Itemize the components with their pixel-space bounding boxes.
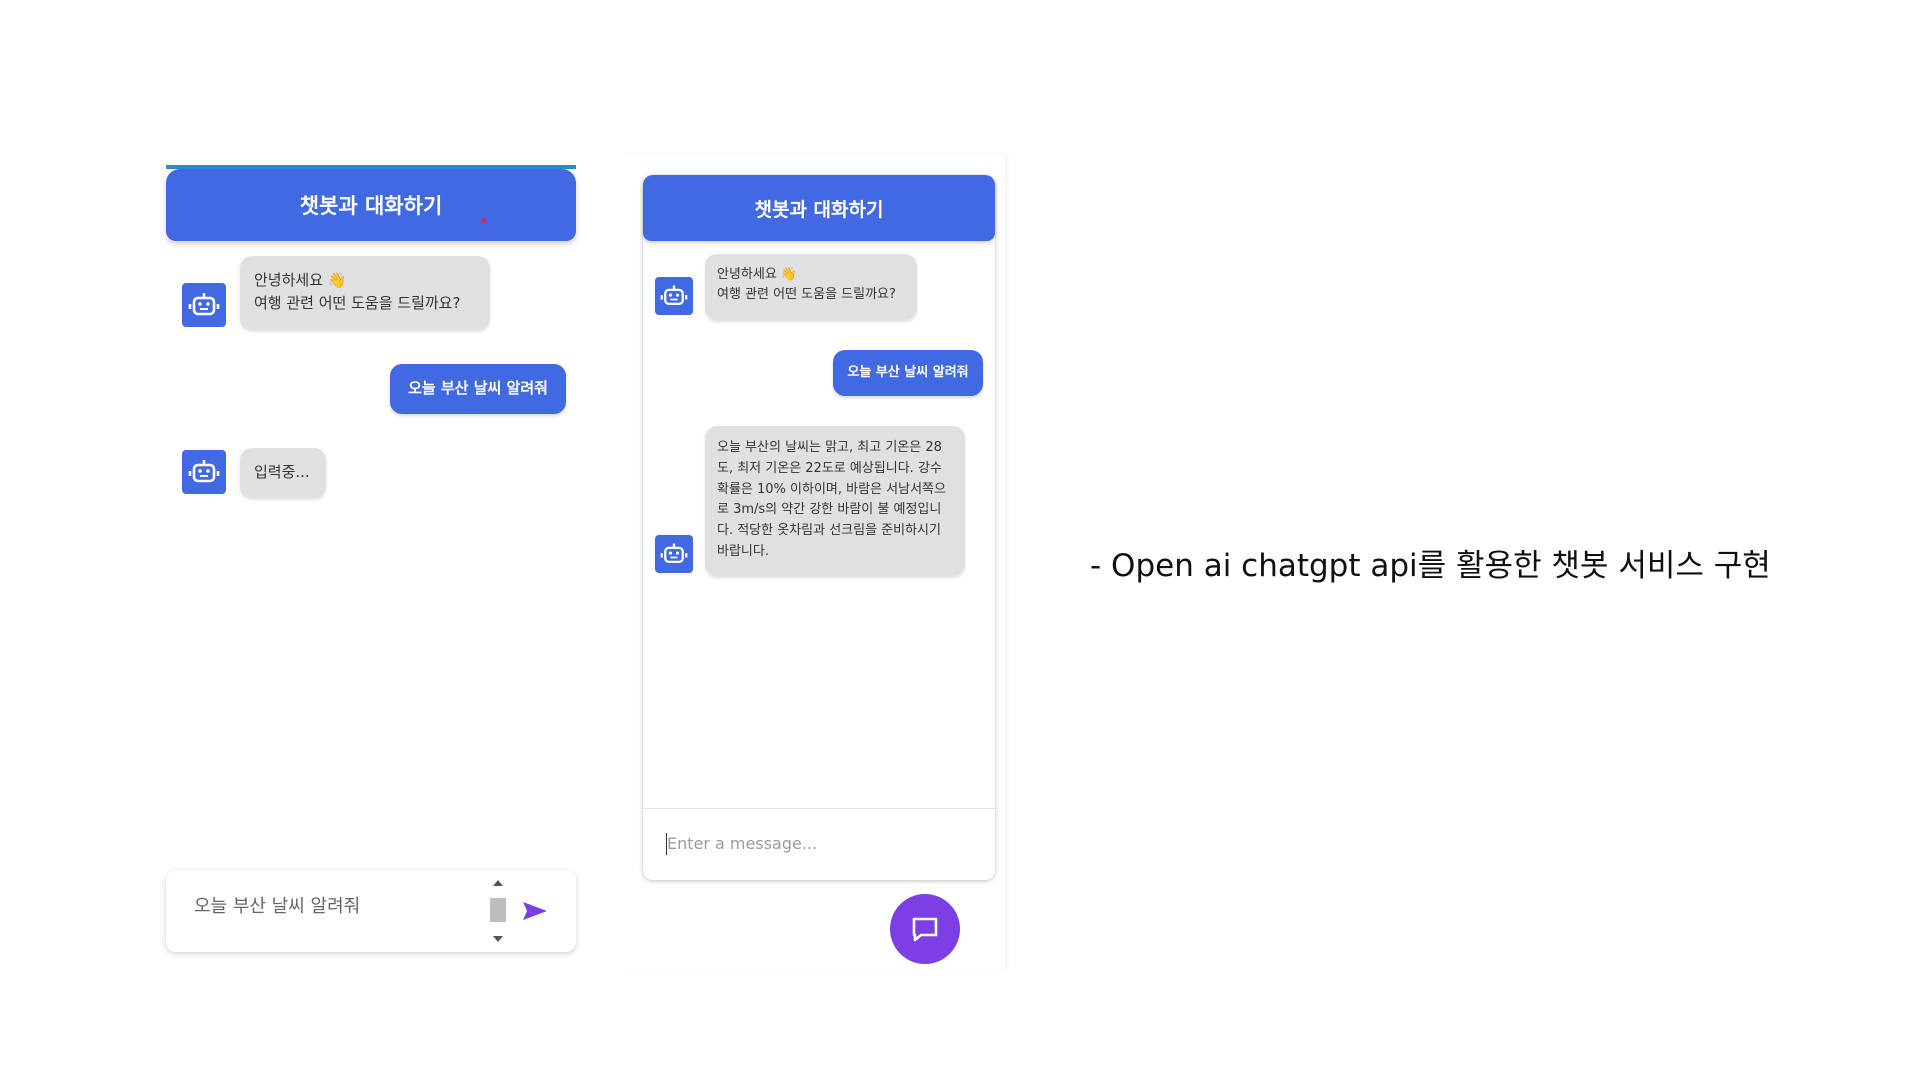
left-chat-window: 챗봇과 대화하기 안녕하세요 👋 여행 관련 어떤 도움을 드릴까요? 오늘 부… (166, 165, 576, 955)
scrollbar-thumb[interactable] (490, 898, 506, 922)
chat-header-title: 챗봇과 대화하기 (166, 169, 576, 241)
bot-typing-indicator: 입력중... (240, 448, 326, 498)
right-chat-window: 챗봇과 대화하기 안녕하세요 👋 여행 관련 어떤 도움을 드릴까요? 오늘 부… (643, 175, 995, 880)
input-scrollbar[interactable] (489, 876, 507, 946)
chat-bubble-icon (912, 917, 938, 942)
bot-avatar-icon (655, 277, 693, 315)
bot-avatar-icon (182, 450, 226, 494)
message-input[interactable]: 오늘 부산 날씨 알려줘 (166, 870, 576, 952)
user-message: 오늘 부산 날씨 알려줘 (390, 364, 566, 414)
scroll-up-icon[interactable] (493, 880, 503, 886)
bot-message: 오늘 부산의 날씨는 맑고, 최고 기온은 28도, 최저 기온은 22도로 예… (705, 426, 965, 576)
message-input[interactable]: Enter a message... (643, 808, 995, 880)
bot-avatar-icon (182, 283, 226, 327)
bot-avatar-icon (655, 535, 693, 573)
scroll-down-icon[interactable] (493, 936, 503, 942)
message-input-placeholder[interactable]: Enter a message... (667, 834, 817, 853)
bot-message: 안녕하세요 👋 여행 관련 어떤 도움을 드릴까요? (705, 254, 917, 320)
cursor-dot (481, 218, 486, 223)
chat-toggle-button[interactable] (890, 894, 960, 964)
message-input-value[interactable]: 오늘 부산 날씨 알려줘 (194, 892, 360, 918)
user-message: 오늘 부산 날씨 알려줘 (833, 350, 983, 396)
chat-header-title: 챗봇과 대화하기 (643, 175, 995, 241)
bot-message: 안녕하세요 👋 여행 관련 어떤 도움을 드릴까요? (240, 256, 490, 330)
caption-text: - Open ai chatgpt api를 활용한 챗봇 서비스 구현 (1090, 548, 1771, 584)
send-arrow-icon[interactable] (522, 900, 548, 922)
